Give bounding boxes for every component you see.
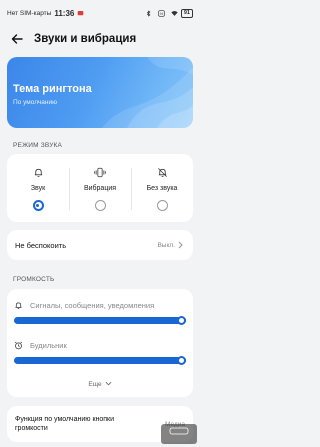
mode-label-vibration: Вибрация [83,185,117,192]
wifi-icon [171,10,178,17]
ringtone-theme-banner[interactable]: Тема рингтона По умолчанию [7,57,193,128]
banner-subtitle: По умолчанию [13,99,57,106]
vibrate-icon [94,166,106,178]
carrier-text: Нет SIM-карты [7,9,52,17]
more-label: Еще [88,381,102,388]
chevron-right-icon [178,241,185,249]
do-not-disturb-value: Выкл. [157,241,175,249]
radio-sound[interactable] [32,200,44,211]
volume-card: Сигналы, сообщения, уведомления Будильни… [7,289,193,397]
do-not-disturb-row[interactable]: Не беспокоить Выкл. [7,230,193,260]
alarm-volume-row: Будильник [14,341,186,365]
banner-title: Тема рингтона [13,83,92,95]
alarm-volume-slider[interactable] [14,356,186,365]
back-arrow-icon[interactable] [10,32,24,46]
volume-button-function-label: Функция по умолчанию кнопки громкости [15,416,115,432]
bell-off-icon [156,166,168,178]
nfc-icon: N [158,9,165,17]
slider-handle[interactable] [177,356,186,365]
slider-fill [14,357,186,364]
bell-icon [32,166,44,178]
volume-section-label: ГРОМКОСТЬ [13,276,55,283]
mode-label-silent: Без звука [146,185,178,192]
more-button[interactable]: Еще [7,381,193,388]
clock: 11:36 [54,8,75,18]
alarm-volume-label: Будильник [30,341,67,350]
mode-label-sound: Звук [30,185,46,192]
notification-volume-row: Сигналы, сообщения, уведомления [14,301,186,325]
notification-volume-slider[interactable] [14,316,186,325]
mode-option-silent[interactable]: Без звука [131,154,193,222]
bell-icon [14,301,23,310]
page-title: Звуки и вибрация [34,33,137,45]
slider-handle[interactable] [177,316,186,325]
slider-fill [14,317,186,324]
radio-vibration[interactable] [94,200,106,211]
chevron-down-icon [105,381,112,388]
message-icon [77,10,84,17]
mode-option-vibration[interactable]: Вибрация [69,154,131,222]
mode-option-sound[interactable]: Звук [7,154,69,222]
status-bar: Нет SIM-карты 11:36 N 91 [0,0,200,26]
sound-mode-card: Звук Вибрация Без звука [7,154,193,222]
app-header: Звуки и вибрация [0,26,200,52]
sound-mode-section-label: РЕЖИМ ЗВУКА [13,142,63,149]
alarm-clock-icon [14,341,23,350]
do-not-disturb-label: Не беспокоить [15,240,67,250]
bluetooth-icon [145,9,152,17]
notification-volume-label: Сигналы, сообщения, уведомления [30,301,155,310]
radio-silent[interactable] [156,200,168,211]
svg-text:N: N [160,11,163,15]
site-watermark [161,424,197,444]
battery-indicator: 91 [180,8,193,18]
